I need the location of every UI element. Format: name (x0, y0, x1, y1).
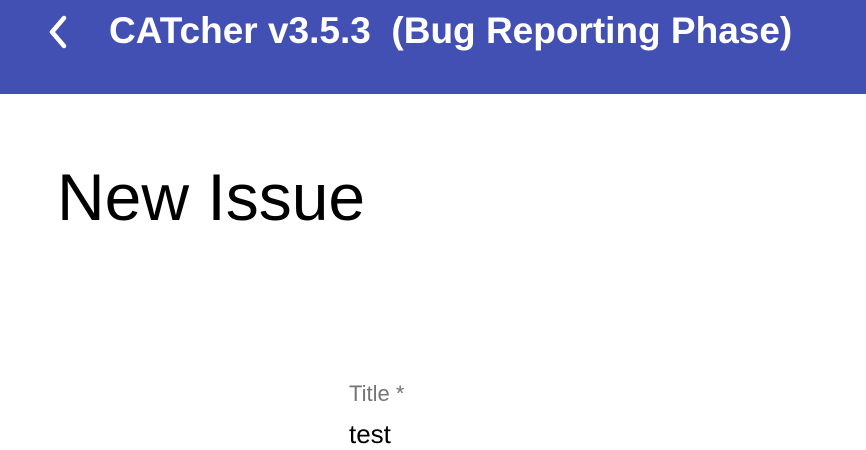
title-field-label: Title * (349, 381, 405, 406)
chevron-left-icon (44, 12, 72, 52)
title-field: Title * (349, 380, 789, 450)
title-input[interactable] (349, 418, 779, 450)
page-title: New Issue (57, 160, 366, 234)
app-header: CATcher v3.5.3 (Bug Reporting Phase) (0, 0, 866, 94)
main-content: New Issue Title * (0, 94, 866, 450)
back-button[interactable] (36, 10, 80, 54)
app-title: CATcher v3.5.3 (Bug Reporting Phase) (109, 10, 793, 51)
